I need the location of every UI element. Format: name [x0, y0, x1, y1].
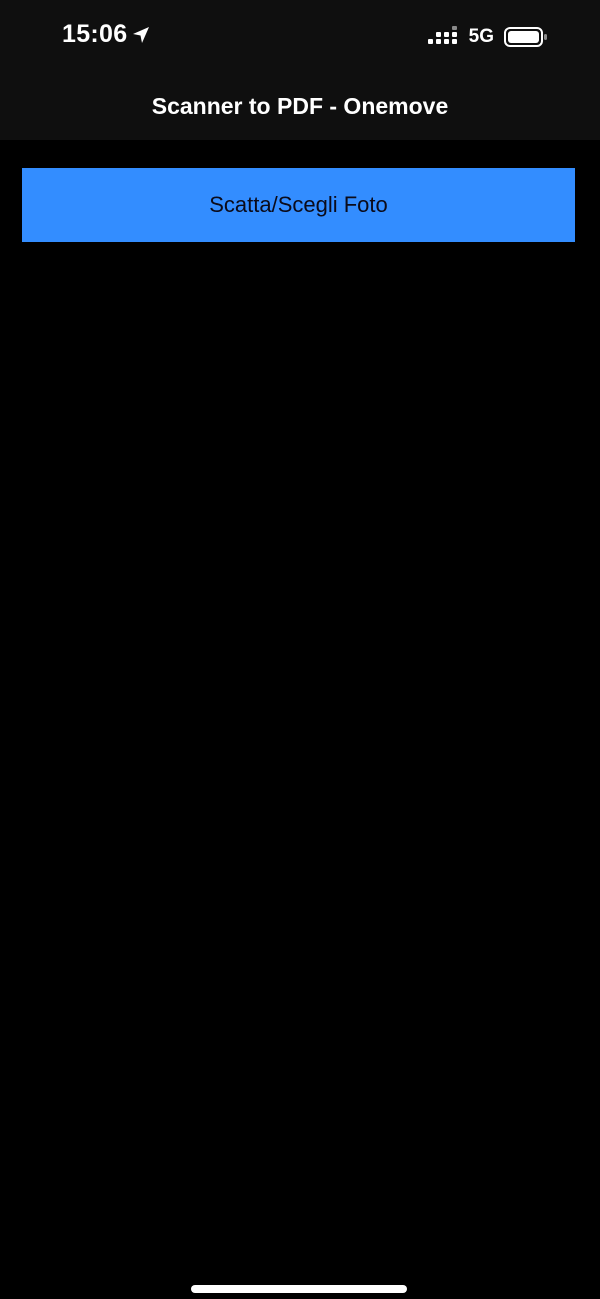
- page-title: Scanner to PDF - Onemove: [151, 92, 449, 119]
- battery-icon: [504, 27, 547, 47]
- navigation-bar: Scanner to PDF - Onemove: [0, 72, 600, 140]
- network-type: 5G: [468, 26, 494, 47]
- take-choose-photo-button[interactable]: Scatta/Scegli Foto: [22, 168, 575, 242]
- signal-icon: [427, 26, 457, 44]
- location-arrow-icon: [133, 26, 150, 43]
- status-time: 15:06: [62, 20, 128, 48]
- status-bar: 15:06 5G: [0, 0, 600, 72]
- status-time-group: 15:06: [62, 20, 151, 49]
- status-indicators: 5G: [427, 24, 548, 50]
- home-indicator[interactable]: [191, 1285, 407, 1293]
